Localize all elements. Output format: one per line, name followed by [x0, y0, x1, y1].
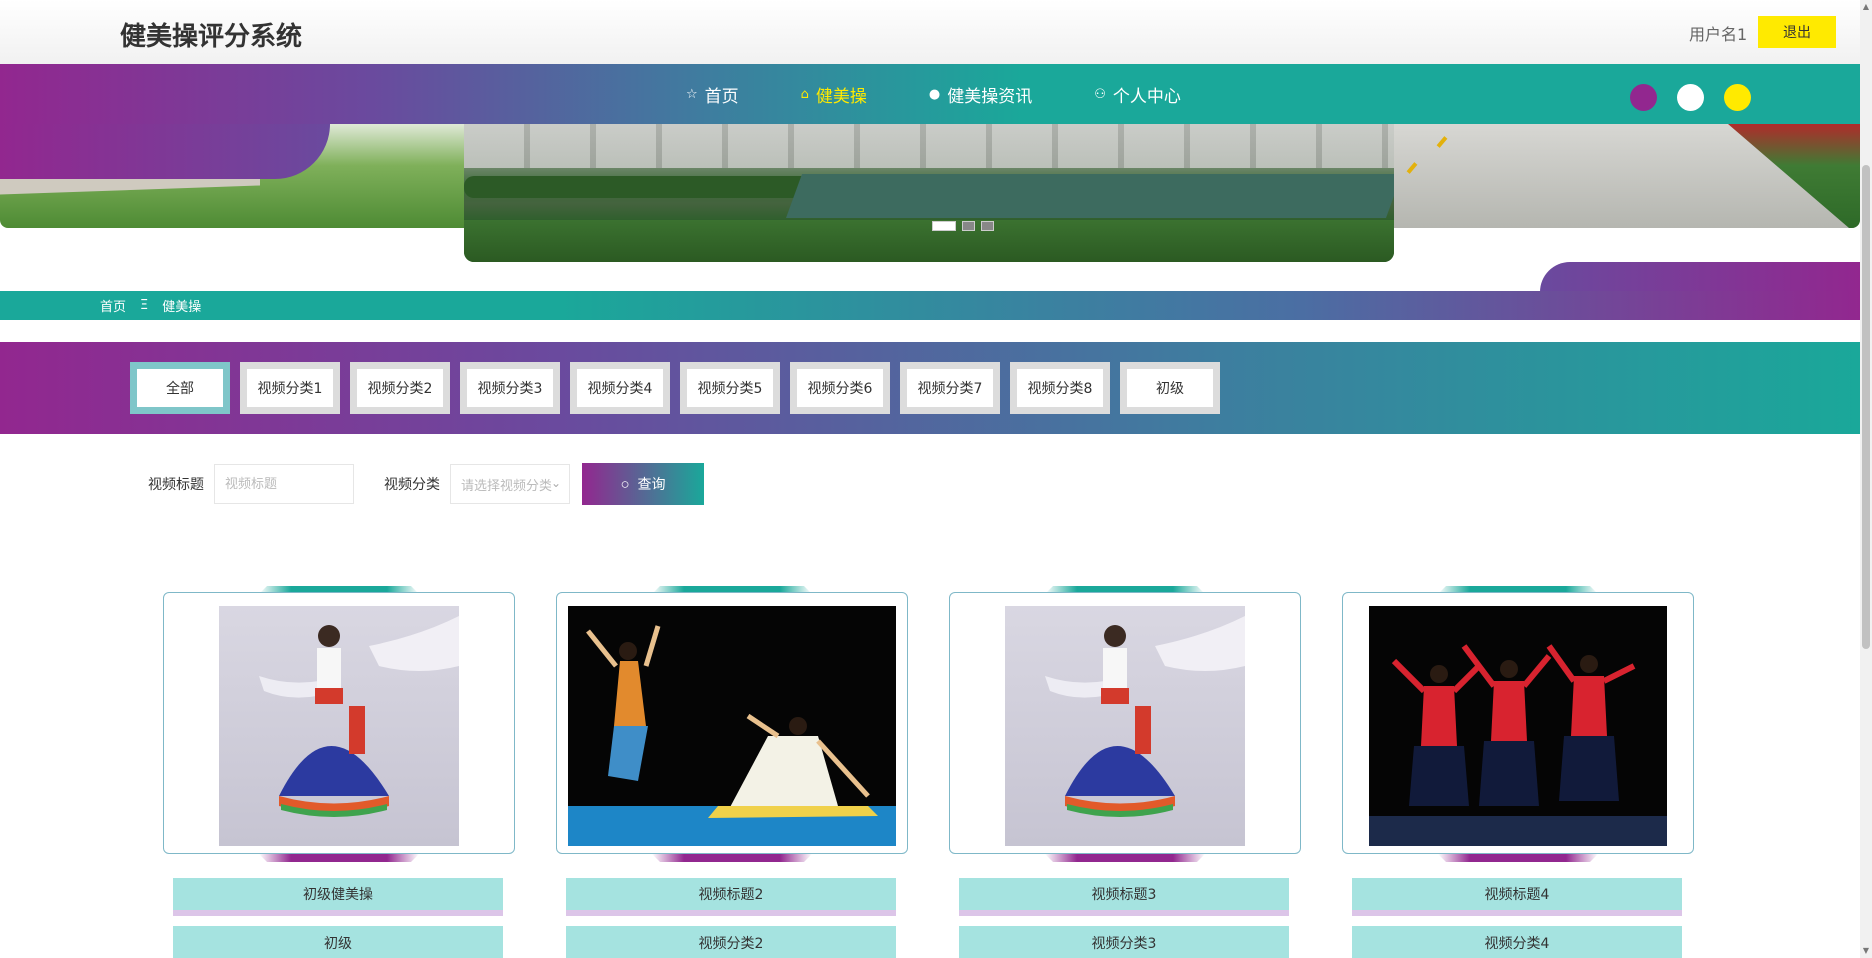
category-strip: 全部 视频分类1 视频分类2 视频分类3 视频分类4 视频分类5 视频分类6 视…: [0, 342, 1860, 434]
username-label: 用户名1: [1689, 25, 1748, 44]
video-card-category: 视频分类2: [566, 926, 896, 958]
category-tab[interactable]: 视频分类4: [570, 362, 670, 414]
breadcrumb-decoration: [1540, 262, 1860, 292]
title-search-label: 视频标题: [148, 477, 204, 493]
category-select[interactable]: 请选择视频分类 ⌄: [450, 464, 570, 504]
theme-white-button[interactable]: [1677, 84, 1704, 111]
video-card-category: 初级: [173, 926, 503, 958]
top-bar: 健美操评分系统 用户名1 退出: [0, 0, 1860, 64]
bag-icon: ⌂: [800, 86, 809, 102]
scroll-up-icon[interactable]: ▲: [1862, 2, 1870, 12]
logout-button[interactable]: 退出: [1758, 16, 1836, 48]
carousel-dot-2[interactable]: [962, 221, 975, 231]
search-button-label: 查询: [637, 476, 666, 492]
video-thumbnail[interactable]: [219, 606, 459, 846]
category-tab[interactable]: 视频分类6: [790, 362, 890, 414]
video-card-category: 视频分类3: [959, 926, 1289, 958]
nav-item-label: 健美操: [815, 86, 867, 107]
video-card-title: 初级健美操: [173, 878, 503, 916]
nav-item-aerobics[interactable]: ⌂ 健美操: [801, 82, 867, 107]
info-icon: ●: [928, 86, 941, 102]
title-search-input[interactable]: [214, 464, 354, 504]
page: 健美操评分系统 用户名1 退出 ☆ 首页 ⌂ 健美操 ● 健美操资讯 ⚇ 个人中…: [0, 0, 1872, 958]
user-icon: ⚇: [1094, 86, 1106, 102]
nav-item-label: 个人中心: [1112, 86, 1181, 107]
chevron-down-icon: ⌄: [550, 476, 561, 490]
site-title: 健美操评分系统: [120, 22, 303, 52]
category-tab[interactable]: 视频分类5: [680, 362, 780, 414]
nav-item-news[interactable]: ● 健美操资讯: [929, 82, 1032, 107]
video-thumbnail[interactable]: [1005, 606, 1245, 846]
nav-item-home[interactable]: ☆ 首页: [686, 82, 739, 107]
video-card-title: 视频标题4: [1352, 878, 1682, 916]
search-icon: ○: [620, 475, 630, 493]
nav-item-profile[interactable]: ⚇ 个人中心: [1094, 82, 1181, 107]
video-card[interactable]: 视频标题4 视频分类4: [1342, 586, 1694, 958]
nav-item-label: 健美操资讯: [947, 86, 1033, 107]
video-card[interactable]: 视频标题3 视频分类3: [949, 586, 1301, 958]
carousel-dot-3[interactable]: [981, 221, 994, 231]
search-button[interactable]: ○ 查询: [582, 463, 704, 505]
video-card[interactable]: 初级健美操 初级: [163, 586, 515, 958]
video-card-title: 视频标题2: [566, 878, 896, 916]
category-select-placeholder: 请选择视频分类: [461, 478, 553, 494]
carousel-indicators: [932, 221, 994, 231]
banner-slide-right: [1380, 124, 1860, 228]
star-icon: ☆: [686, 86, 698, 102]
nav-item-label: 首页: [704, 86, 739, 107]
category-tab[interactable]: 视频分类2: [350, 362, 450, 414]
banner-slide-current[interactable]: [464, 124, 1394, 262]
scrollbar-thumb[interactable]: [1862, 165, 1870, 649]
carousel-dot-1[interactable]: [932, 221, 956, 231]
category-tab-all[interactable]: 全部: [130, 362, 230, 414]
breadcrumb-current: 健美操: [162, 300, 202, 315]
main-nav: ☆ 首页 ⌂ 健美操 ● 健美操资讯 ⚇ 个人中心: [0, 64, 1860, 124]
video-card-title: 视频标题3: [959, 878, 1289, 916]
category-search-label: 视频分类: [384, 477, 440, 493]
banner-slide-left: [0, 124, 480, 228]
category-tab[interactable]: 视频分类1: [240, 362, 340, 414]
category-tab[interactable]: 视频分类7: [900, 362, 1000, 414]
breadcrumb: 首页 Ξ 健美操: [0, 291, 1860, 320]
search-form: 视频标题 视频分类 请选择视频分类 ⌄ ○ 查询: [148, 463, 704, 505]
category-tab[interactable]: 视频分类8: [1010, 362, 1110, 414]
category-tab[interactable]: 视频分类3: [460, 362, 560, 414]
video-thumbnail[interactable]: [1369, 606, 1667, 846]
theme-yellow-button[interactable]: [1724, 84, 1751, 111]
category-tab[interactable]: 初级: [1120, 362, 1220, 414]
theme-purple-button[interactable]: [1630, 84, 1657, 111]
video-thumbnail[interactable]: [568, 606, 896, 846]
video-card[interactable]: 视频标题2 视频分类2: [556, 586, 908, 958]
scroll-down-icon[interactable]: ▼: [1862, 946, 1870, 956]
breadcrumb-home[interactable]: 首页: [100, 296, 126, 315]
video-card-category: 视频分类4: [1352, 926, 1682, 958]
breadcrumb-separator-icon: Ξ: [140, 298, 149, 313]
